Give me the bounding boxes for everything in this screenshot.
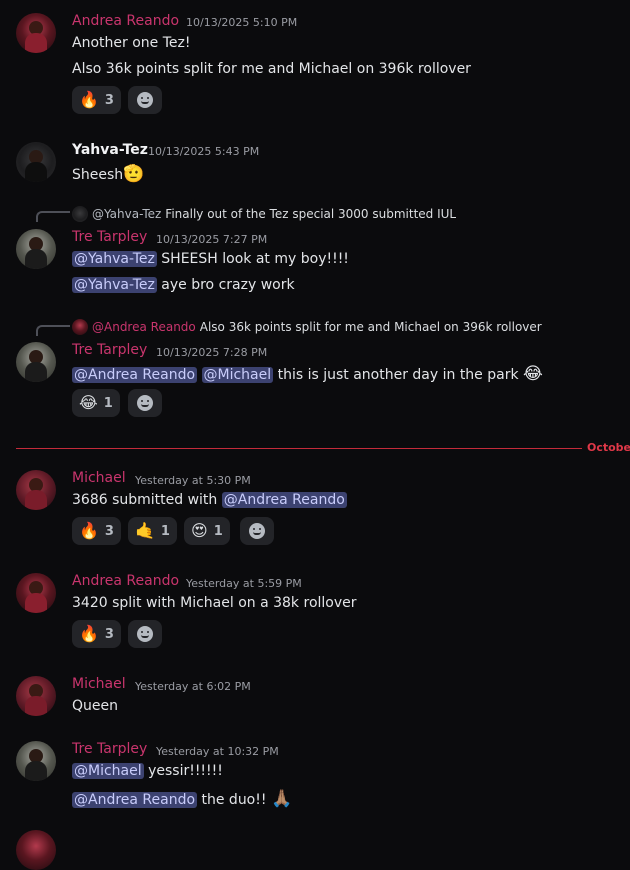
mention[interactable]: @Andrea Reando [221,492,347,508]
timestamp: 10/13/2025 5:43 PM [148,145,260,158]
mention[interactable]: @Yahva-Tez [72,251,157,267]
avatar-michael[interactable] [16,470,56,510]
author-name[interactable]: Andrea Reando [72,13,179,29]
message-text: 3420 split with Michael on a 38k rollove… [72,595,357,611]
timestamp: Yesterday at 5:59 PM [186,577,302,590]
message-text: @Andrea Reando the duo!! 🙏🏽 [72,789,293,809]
avatar-tre[interactable] [16,229,56,269]
message-text: 3686 submitted with @Andrea Reando [72,492,347,508]
joy-emoji: 😂 [79,393,98,412]
reaction-count: 1 [103,395,113,411]
smiley-face-icon [137,395,153,411]
message-text: @Michael yessir!!!!!! [72,763,223,779]
mention[interactable]: @Michael [72,763,144,779]
mention[interactable]: @Michael [201,367,274,383]
reaction-fire[interactable]: 🔥 3 [72,86,121,114]
divider-label: October [587,441,630,454]
avatar-andrea[interactable] [16,13,56,53]
message-text: Another one Tez! [72,35,191,51]
salute-emoji: 🫡 [123,164,145,184]
reaction-count: 3 [104,626,114,642]
timestamp: 10/13/2025 7:27 PM [156,233,268,246]
reaction-count: 3 [104,92,114,108]
message-text: @Andrea Reando @Michael this is just ano… [72,364,543,384]
avatar-yahva[interactable] [16,142,56,182]
author-name[interactable]: Andrea Reando [72,573,179,589]
reaction-heart-eyes[interactable]: 😍 1 [184,517,230,545]
smiley-face-icon [137,92,153,108]
author-name[interactable]: Michael [72,676,126,692]
joy-emoji: 😂 [523,364,543,384]
fire-emoji: 🔥 [79,624,99,643]
author-name[interactable]: Tre Tarpley [72,342,147,358]
timestamp: 10/13/2025 7:28 PM [156,346,268,359]
avatar-michael[interactable] [16,676,56,716]
message-text: Queen [72,698,118,714]
reply-spine [36,211,70,222]
mention[interactable]: @Andrea Reando [72,367,198,383]
avatar-tre[interactable] [16,741,56,781]
avatar-tre[interactable] [16,342,56,382]
smiley-face-icon [249,523,265,539]
reply-preview[interactable]: @Yahva-Tez Finally out of the Tez specia… [72,206,456,222]
smiley-face-icon [137,626,153,642]
fire-emoji: 🔥 [79,521,99,540]
reply-avatar [72,206,88,222]
new-messages-divider [16,448,582,449]
heart-eyes-emoji: 😍 [191,521,208,540]
reaction-count: 3 [104,523,114,539]
fire-emoji: 🔥 [79,90,99,109]
mention[interactable]: @Yahva-Tez [72,277,157,293]
reply-spine [36,325,70,336]
author-name[interactable]: Tre Tarpley [72,741,147,757]
avatar-andrea[interactable] [16,573,56,613]
folded-hands-emoji: 🙏🏽 [270,789,293,809]
reply-mention[interactable]: @Yahva-Tez [92,207,161,221]
message-text: @Yahva-Tez SHEESH look at my boy!!!! [72,251,349,267]
reaction-count: 1 [213,523,223,539]
reply-text: Finally out of the Tez special 3000 subm… [165,207,457,221]
avatar-partial[interactable] [16,830,56,870]
timestamp: Yesterday at 5:30 PM [135,474,251,487]
timestamp: Yesterday at 6:02 PM [135,680,251,693]
message-text: Also 36k points split for me and Michael… [72,61,471,77]
reply-preview[interactable]: @Andrea Reando Also 36k points split for… [72,319,542,335]
author-name[interactable]: Tre Tarpley [72,229,147,245]
message-text: @Yahva-Tez aye bro crazy work [72,277,295,293]
reply-mention[interactable]: @Andrea Reando [92,320,196,334]
call-me-emoji: 🤙 [135,521,155,540]
reaction-call-me[interactable]: 🤙 1 [128,517,177,545]
reaction-fire[interactable]: 🔥 3 [72,517,121,545]
author-name[interactable]: Michael [72,470,126,486]
add-reaction-button[interactable] [128,389,162,417]
reply-text: Also 36k points split for me and Michael… [199,320,542,334]
timestamp: Yesterday at 10:32 PM [156,745,279,758]
author-name[interactable]: Yahva-Tez [72,142,148,158]
reaction-count: 1 [160,523,170,539]
reply-avatar [72,319,88,335]
reaction-fire[interactable]: 🔥 3 [72,620,121,648]
timestamp: 10/13/2025 5:10 PM [186,16,298,29]
add-reaction-button[interactable] [128,86,162,114]
add-reaction-button[interactable] [128,620,162,648]
mention[interactable]: @Andrea Reando [72,792,198,808]
reaction-joy[interactable]: 😂 1 [72,389,120,417]
add-reaction-button[interactable] [240,517,274,545]
message-text: Sheesh🫡 [72,164,145,184]
